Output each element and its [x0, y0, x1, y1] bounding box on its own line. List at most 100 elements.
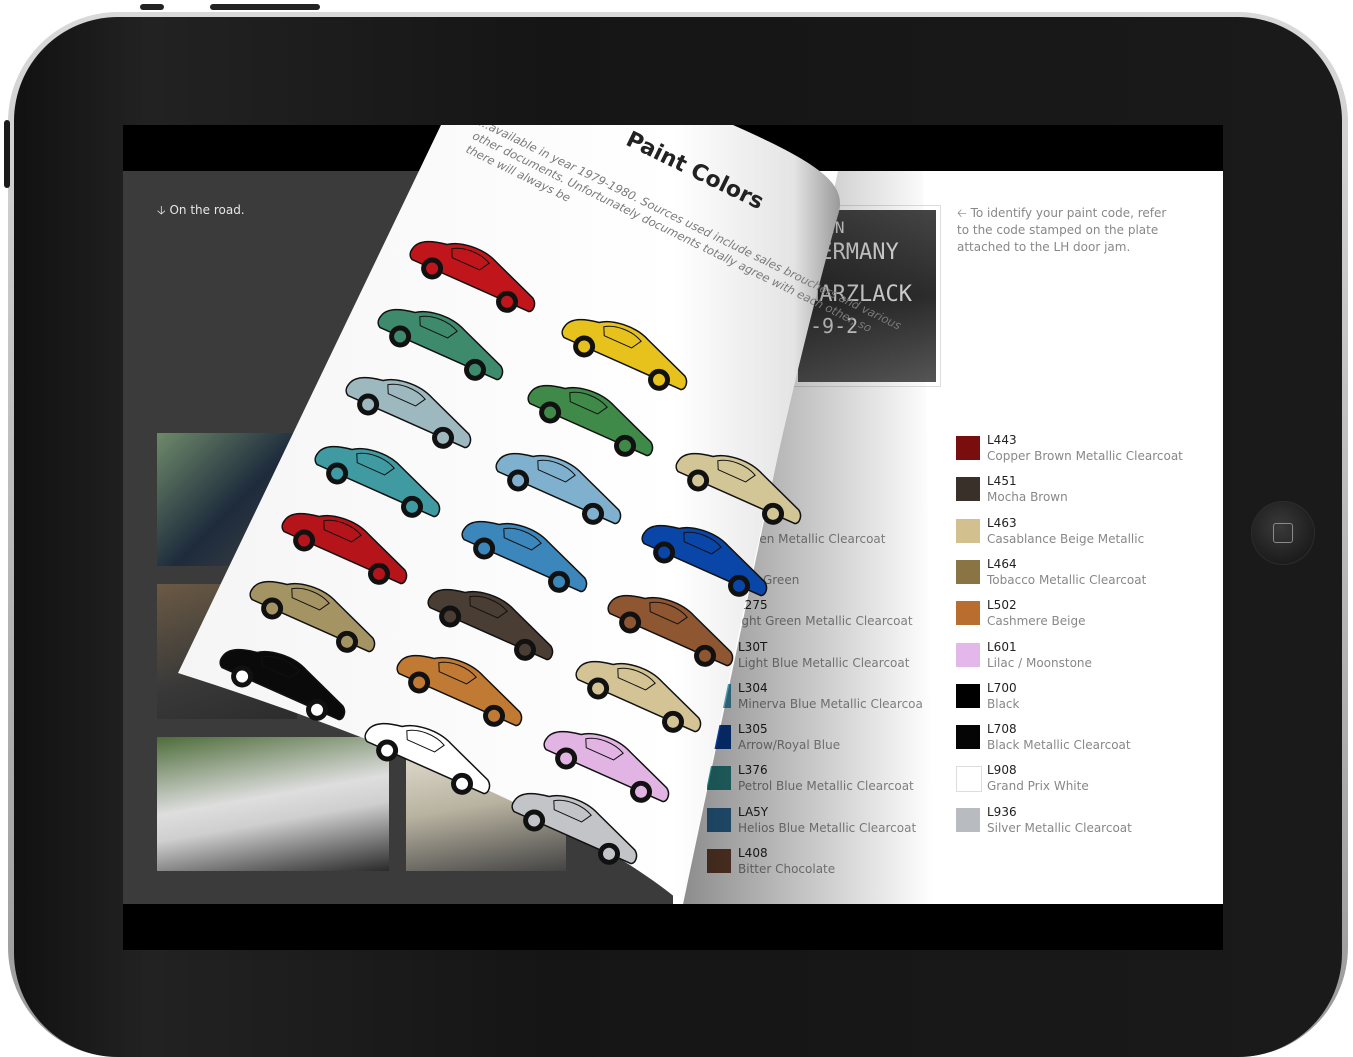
- color-swatch: [707, 601, 731, 626]
- paint-name: Grand Prix White: [987, 779, 1089, 794]
- photo-street[interactable]: [157, 584, 297, 719]
- paint-code: L908: [987, 763, 1017, 778]
- paint-color-item: LA5Y Helios Blue Metallic Clearcoat: [707, 805, 947, 841]
- right-caption-text: To identify your paint code, refer to th…: [957, 206, 1167, 254]
- paint-color-item: 74 live Green: [707, 557, 947, 593]
- paint-color-item: L376 Petrol Blue Metallic Clearcoat: [707, 763, 947, 799]
- paint-code-plate: E IN GERMANY HARZLACK -9-2: [793, 205, 941, 387]
- color-swatch: [956, 436, 980, 460]
- home-button[interactable]: [1251, 501, 1315, 565]
- top-bar: [123, 125, 1223, 171]
- paint-name: Arrow/Royal Blue: [738, 738, 841, 753]
- left-caption-text: On the road.: [169, 203, 245, 217]
- paint-color-item: L305 Arrow/Royal Blue: [707, 722, 947, 758]
- paint-name: Casablance Beige Metallic: [987, 531, 1145, 546]
- paint-color-item: L601 Lilac / Moonstone: [956, 640, 1196, 676]
- plate-line: GERMANY: [806, 240, 899, 265]
- arrow-left-icon: 🡠: [957, 206, 967, 220]
- paint-color-item: t Yellow: [707, 474, 947, 510]
- paint-name: Bitter Chocolate: [738, 862, 836, 876]
- plate-line: E IN: [806, 218, 845, 237]
- color-swatch: [956, 642, 980, 667]
- paint-name: live Green: [738, 572, 800, 587]
- paint-name: Mocha Brown: [987, 490, 1068, 505]
- paint-name: Red: [738, 449, 761, 463]
- paint-name: Tobacco Metallic Clearcoat: [987, 572, 1147, 587]
- paint-color-item: L908 Grand Prix White: [956, 763, 1196, 799]
- paint-color-item: L30T Light Blue Metallic Clearcoat: [707, 640, 947, 676]
- paint-code: L463: [987, 515, 1017, 530]
- paint-color-item: L275 ight Green Metallic Clearcoat: [707, 598, 947, 634]
- paint-color-item: L443 Copper Brown Metallic Clearcoat: [956, 433, 1196, 469]
- ipad-top-buttons: [140, 0, 330, 14]
- left-page: 🡣 On the road.: [123, 171, 673, 904]
- plate-line: HARZLACK: [806, 282, 912, 307]
- paint-name: Silver Metallic Clearcoat: [987, 820, 1132, 835]
- photo-fender[interactable]: [406, 737, 566, 871]
- paint-code: L304: [738, 680, 768, 695]
- color-swatch: [956, 559, 980, 584]
- color-swatch: [956, 601, 980, 626]
- paint-name: Black: [987, 696, 1020, 711]
- paint-code: L502: [987, 598, 1017, 613]
- paint-color-item: L451 Mocha Brown: [956, 474, 1196, 510]
- paint-color-item: L700 Black: [956, 681, 1196, 717]
- color-swatch: [707, 477, 731, 502]
- paint-name: Copper Brown Metallic Clearcoat: [987, 449, 1183, 463]
- paint-code: L601: [987, 639, 1017, 654]
- color-swatch: [707, 559, 731, 584]
- paint-color-item: L502 Cashmere Beige: [956, 598, 1196, 634]
- color-swatch: [707, 436, 731, 460]
- paint-code: L451: [987, 474, 1017, 489]
- paint-name: Petrol Blue Metallic Clearcoat: [738, 779, 914, 794]
- paint-name: Light Blue Metallic Clearcoat: [738, 655, 910, 670]
- color-swatch: [956, 683, 980, 708]
- paint-name: Cashmere Beige: [987, 614, 1086, 629]
- color-swatch: [707, 766, 731, 791]
- volume-button: [140, 4, 164, 10]
- paint-code: 3: [738, 515, 746, 530]
- ipad-screen: 🡣 On the road. E IN GERMANY HARZLACK -9-…: [123, 125, 1223, 950]
- paint-color-item: L463 Casablance Beige Metallic: [956, 516, 1196, 552]
- paint-code: L936: [987, 804, 1017, 819]
- paint-name: t Yellow: [738, 490, 784, 505]
- color-swatch: [707, 725, 731, 750]
- paint-code: L708: [987, 722, 1017, 737]
- paint-code: L376: [738, 763, 768, 778]
- paint-code: L464: [987, 556, 1017, 571]
- paint-name: Black Metallic Clearcoat: [987, 738, 1131, 753]
- color-swatch: [707, 849, 731, 873]
- photo-headlight[interactable]: [157, 433, 297, 566]
- color-swatch: [707, 642, 731, 667]
- color-swatch: [956, 477, 980, 502]
- paint-color-item: 3 Green Metallic Clearcoat: [707, 516, 947, 552]
- paint-name: Green Metallic Clearcoat: [738, 531, 886, 546]
- paint-code: L275: [738, 598, 768, 613]
- paint-code: 74: [738, 556, 754, 571]
- color-swatch: [707, 683, 731, 708]
- paint-code: L443: [987, 433, 1017, 447]
- paint-code: LA5Y: [738, 804, 769, 819]
- paint-color-item: L464 Tobacco Metallic Clearcoat: [956, 557, 1196, 593]
- paint-color-item: Red: [707, 433, 947, 469]
- bottom-bar: [123, 904, 1223, 950]
- paint-name: Minerva Blue Metallic Clearcoa: [738, 696, 923, 711]
- right-page: E IN GERMANY HARZLACK -9-2 🡠 To identify…: [673, 171, 1223, 904]
- paint-color-item: L408 Bitter Chocolate: [707, 846, 947, 882]
- plate-line: -9-2: [810, 314, 859, 338]
- paint-name: ight Green Metallic Clearcoat: [738, 614, 913, 629]
- home-square-icon: [1273, 523, 1293, 543]
- right-caption: 🡠 To identify your paint code, refer to …: [957, 205, 1177, 256]
- paint-code: L408: [738, 846, 768, 860]
- paint-color-item: L304 Minerva Blue Metallic Clearcoa: [707, 681, 947, 717]
- paint-name: Helios Blue Metallic Clearcoat: [738, 820, 917, 835]
- photo-white-targa[interactable]: [157, 737, 389, 871]
- side-switch: [4, 120, 10, 188]
- color-swatch: [707, 807, 731, 832]
- paint-name: Lilac / Moonstone: [987, 655, 1092, 670]
- paint-code: L305: [738, 722, 768, 737]
- arrow-down-icon: 🡣: [157, 203, 166, 217]
- color-swatch: [956, 766, 982, 793]
- color-swatch: [956, 807, 980, 832]
- paint-color-item: L708 Black Metallic Clearcoat: [956, 722, 1196, 758]
